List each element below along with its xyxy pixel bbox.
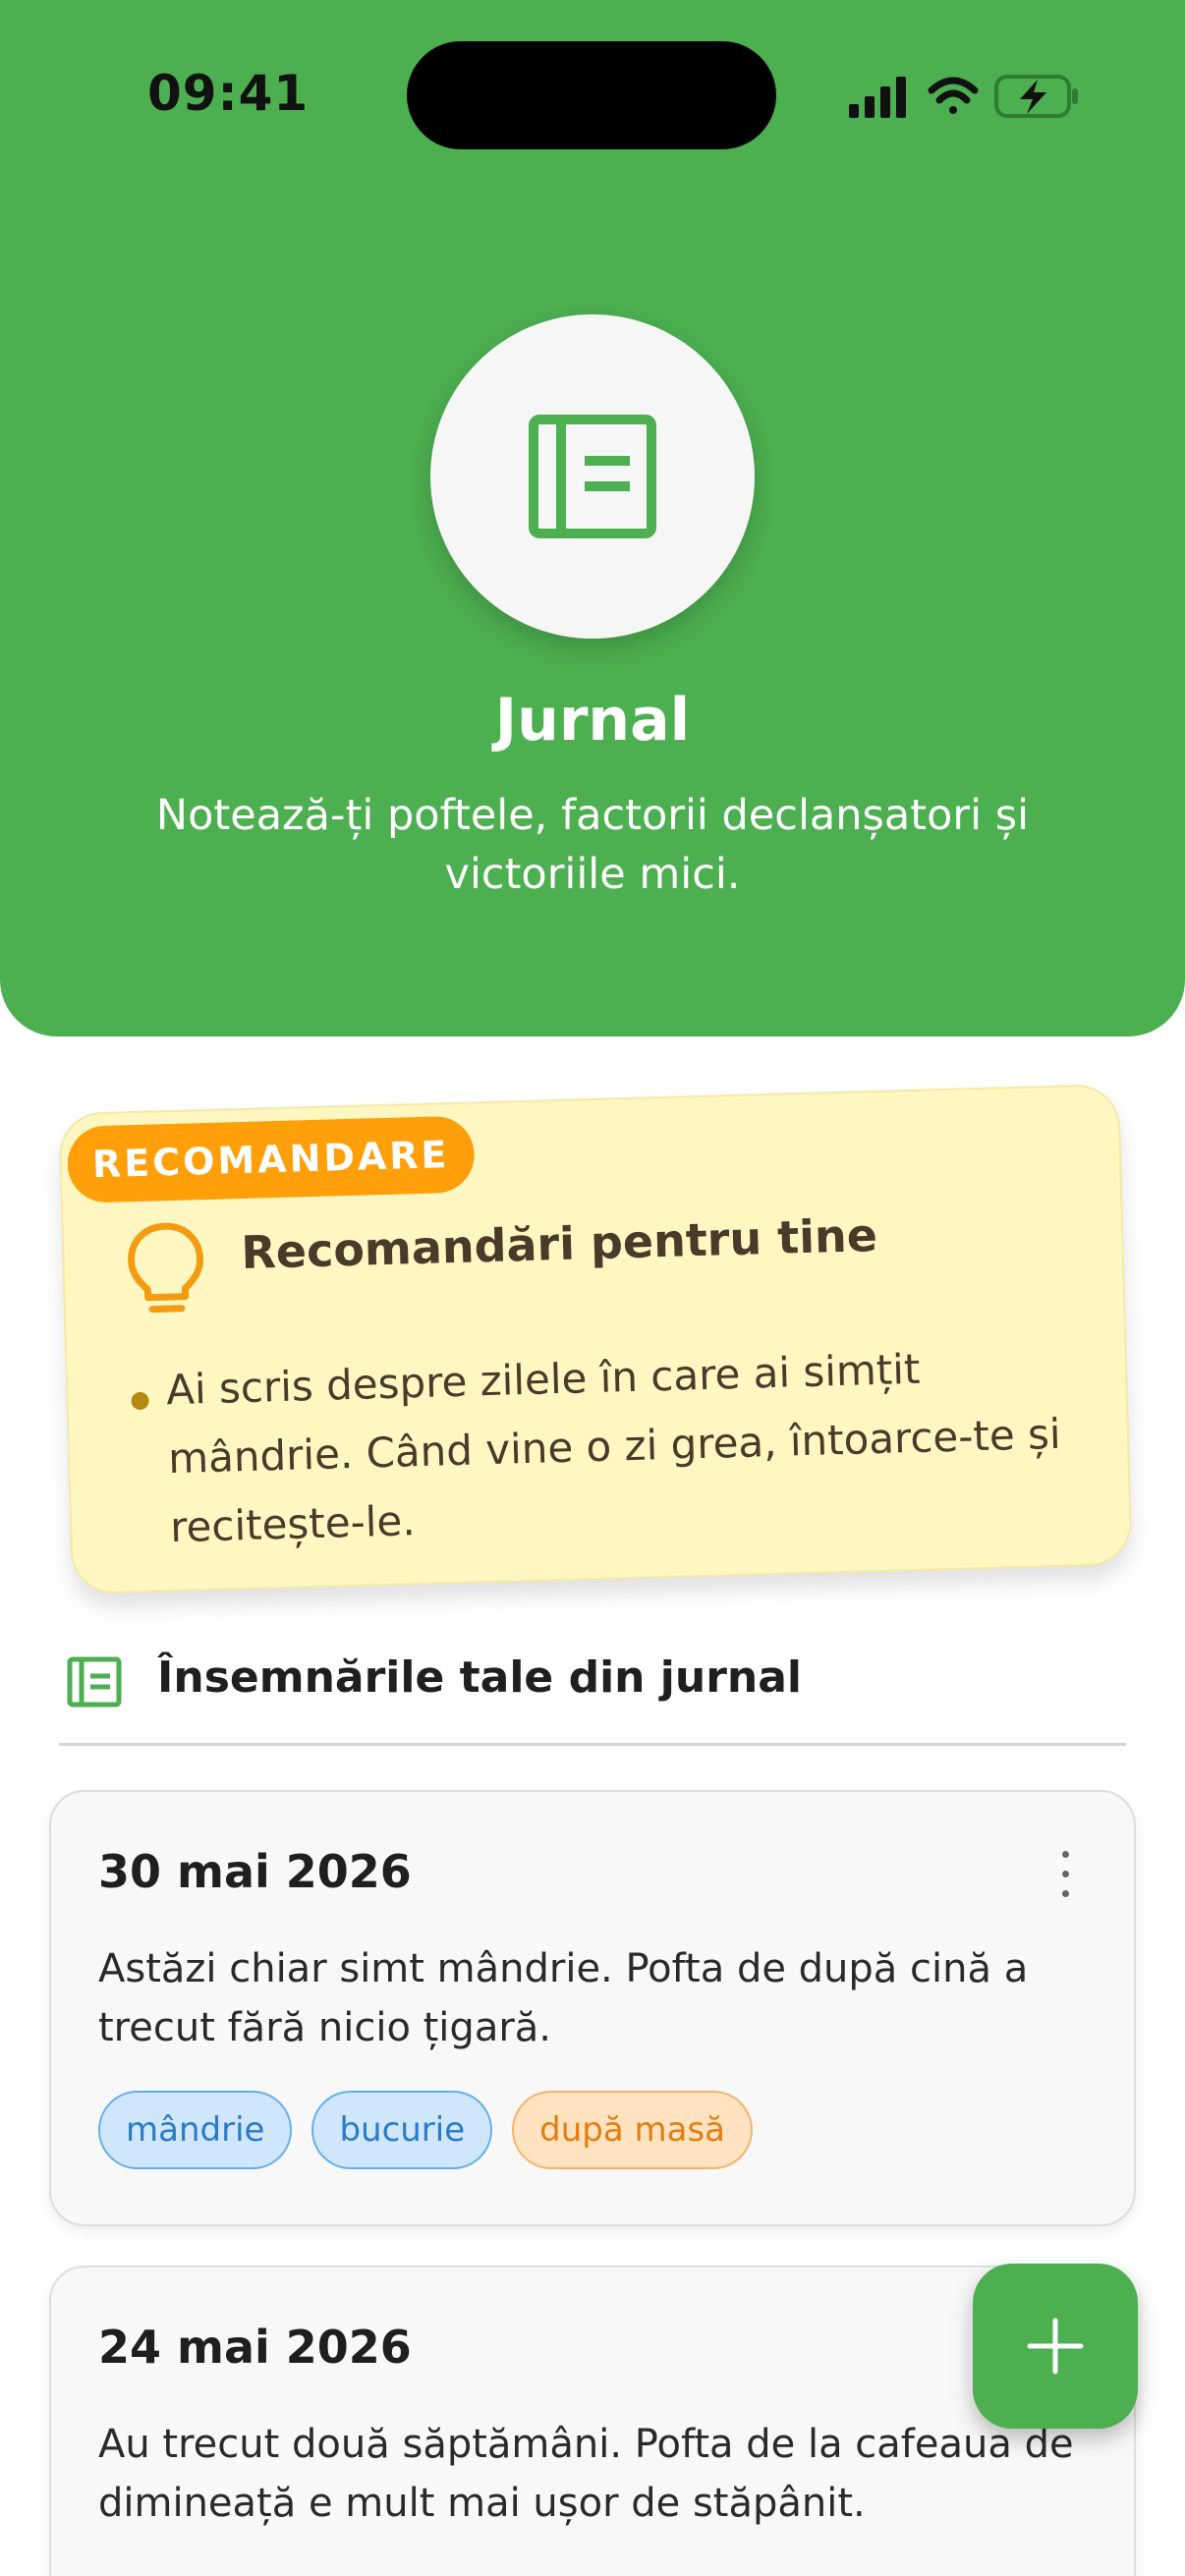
- plus-icon: [1027, 2318, 1084, 2375]
- entry-text: Astăzi chiar simt mândrie. Pofta de după…: [98, 1946, 1029, 2050]
- header-banner: 09:41 Jurnal Notează-ți poftele, factori…: [0, 0, 1185, 1036]
- recommendation-title: Recomandări pentru tine: [240, 1207, 878, 1280]
- journal-icon-badge: [430, 314, 755, 639]
- entry-text: Au trecut două săptămâni. Pofta de la ca…: [98, 2422, 1074, 2526]
- entry-date: 24 mai 2026: [98, 2321, 412, 2374]
- journal-icon: [529, 415, 656, 538]
- tag-chip[interactable]: după masă: [512, 2091, 754, 2169]
- journal-icon: [67, 1656, 122, 1708]
- lightbulb-icon: [128, 1222, 204, 1314]
- journal-entry-card[interactable]: 30 mai 2026 Astăzi chiar simt mândrie. P…: [49, 1790, 1136, 2226]
- status-time: 09:41: [147, 65, 310, 122]
- wifi-icon: [928, 77, 979, 114]
- section-divider: [59, 1743, 1126, 1746]
- recommendation-item: Ai scris despre zilele în care ai simțit…: [165, 1344, 1062, 1552]
- dynamic-island: [407, 41, 776, 149]
- tag-chip[interactable]: mândrie: [98, 2091, 293, 2169]
- page-title: Jurnal: [494, 686, 691, 755]
- page-subtitle: Notează-ți poftele, factorii declanșator…: [155, 791, 1030, 899]
- status-bar: 09:41: [0, 0, 1185, 187]
- battery-charging-icon: [994, 75, 1078, 118]
- entry-tags: mândrie bucurie după masă: [98, 2091, 754, 2169]
- tag-chip[interactable]: bucurie: [311, 2091, 493, 2169]
- bullet-dot: [131, 1391, 149, 1411]
- journal-screen: 09:41 Jurnal Notează-ți poftele, factori…: [0, 0, 1185, 2576]
- more-options-icon[interactable]: [1055, 1851, 1075, 1900]
- status-icons: [849, 75, 1078, 118]
- section-title: Însemnările tale din jurnal: [157, 1652, 803, 1703]
- add-entry-button[interactable]: [973, 2264, 1138, 2429]
- signal-icon: [849, 77, 906, 118]
- recommendation-badge: RECOMANDARE: [66, 1115, 476, 1204]
- recommendation-card: RECOMANDARE Recomandări pentru tine Ai s…: [58, 1084, 1133, 1595]
- entry-date: 30 mai 2026: [98, 1845, 412, 1898]
